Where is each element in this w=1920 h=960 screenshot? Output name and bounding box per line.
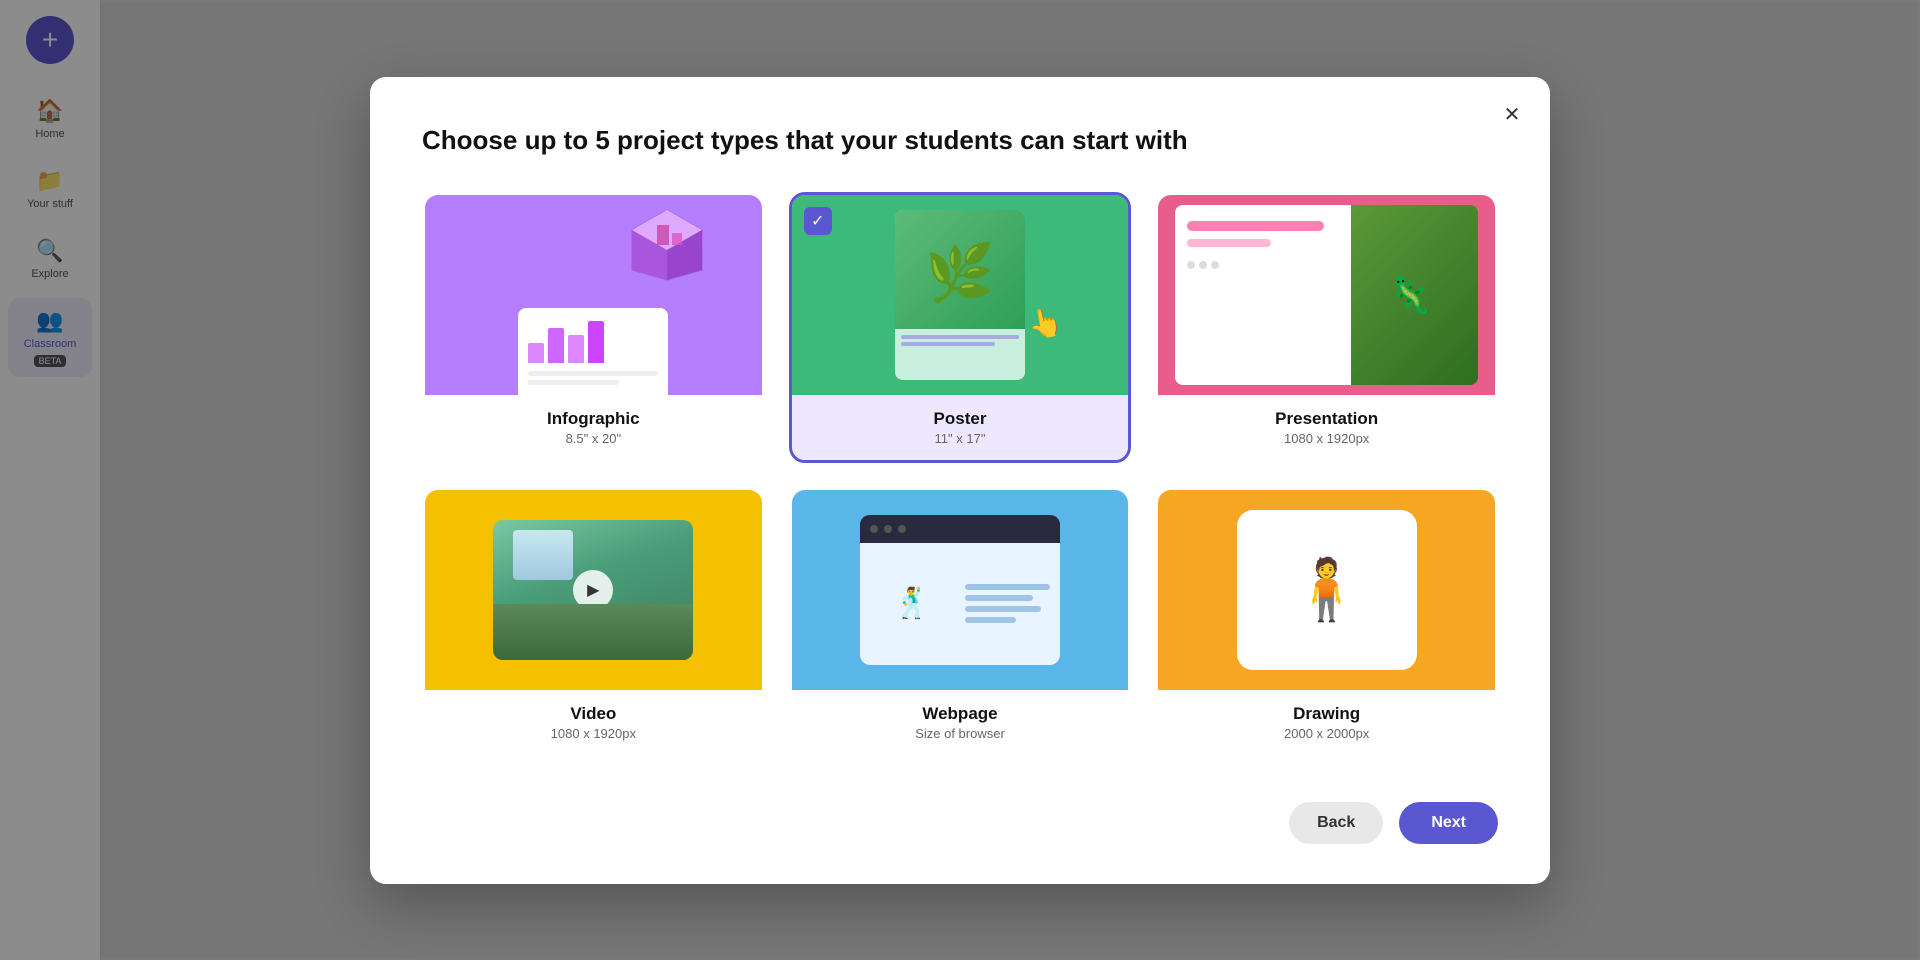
back-button[interactable]: Back: [1289, 802, 1383, 844]
browser-content: 🕺: [860, 543, 1060, 665]
browser-dot-3: [898, 525, 906, 533]
drawing-thumbnail: 🧍: [1158, 490, 1495, 690]
poster-name: Poster: [808, 409, 1113, 429]
infographic-size: 8.5" x 20": [441, 431, 746, 446]
poster-checkbox: ✓: [804, 207, 832, 235]
project-card-presentation[interactable]: 🦎: [1155, 192, 1498, 463]
webpage-info: Webpage Size of browser: [792, 690, 1129, 755]
browser-line-3: [965, 606, 1042, 612]
browser-dot-2: [884, 525, 892, 533]
infographic-info: Infographic 8.5" x 20": [425, 395, 762, 460]
next-button[interactable]: Next: [1399, 802, 1498, 844]
webpage-thumbnail: 🕺: [792, 490, 1129, 690]
project-card-webpage[interactable]: 🕺 Webpage Si: [789, 487, 1132, 758]
project-type-modal: ✕ Choose up to 5 project types that your…: [370, 77, 1550, 884]
browser-toolbar: [860, 515, 1060, 543]
poster-size: 11" x 17": [808, 431, 1113, 446]
3d-shape-icon: [622, 205, 712, 285]
presentation-slide: [1175, 205, 1351, 385]
modal-footer: Back Next: [422, 794, 1498, 844]
close-icon: ✕: [1504, 102, 1521, 127]
cursor-icon: 👆: [1026, 304, 1066, 343]
project-card-infographic[interactable]: Infographic 8.5" x 20": [422, 192, 765, 463]
browser-text-lines: [965, 553, 1050, 655]
infographic-name: Infographic: [441, 409, 746, 429]
video-screen: ▶: [493, 520, 693, 660]
modal-title: Choose up to 5 project types that your s…: [422, 125, 1498, 156]
video-thumbnail: ▶: [425, 490, 762, 690]
browser-window: 🕺: [860, 515, 1060, 665]
project-card-video[interactable]: ▶ Video 1080 x 1920px: [422, 487, 765, 758]
presentation-name: Presentation: [1174, 409, 1479, 429]
infographic-thumbnail: [425, 195, 762, 395]
project-card-poster[interactable]: ✓ 🌿: [789, 192, 1132, 463]
project-card-drawing[interactable]: 🧍 Drawing 2000 x 2000px: [1155, 487, 1498, 758]
drawing-size: 2000 x 2000px: [1174, 726, 1479, 741]
video-name: Video: [441, 704, 746, 724]
browser-line-2: [965, 595, 1033, 601]
browser-dot-1: [870, 525, 878, 533]
poster-info: Poster 11" x 17": [792, 395, 1129, 460]
webpage-size: Size of browser: [808, 726, 1113, 741]
poster-thumbnail: 🌿 👆: [792, 195, 1129, 395]
presentation-size: 1080 x 1920px: [1174, 431, 1479, 446]
drawing-frame: 🧍: [1237, 510, 1417, 670]
browser-line-4: [965, 617, 1016, 623]
video-size: 1080 x 1920px: [441, 726, 746, 741]
infographic-doc: [518, 308, 668, 395]
drawing-name: Drawing: [1174, 704, 1479, 724]
poster-doc-card: 🌿: [895, 210, 1025, 380]
presentation-thumbnail: 🦎: [1158, 195, 1495, 395]
drawing-info: Drawing 2000 x 2000px: [1158, 690, 1495, 755]
presentation-info: Presentation 1080 x 1920px: [1158, 395, 1495, 460]
browser-line-1: [965, 584, 1050, 590]
video-info: Video 1080 x 1920px: [425, 690, 762, 755]
modal-overlay[interactable]: ✕ Choose up to 5 project types that your…: [0, 0, 1920, 960]
webpage-name: Webpage: [808, 704, 1113, 724]
modal-close-button[interactable]: ✕: [1494, 97, 1530, 133]
project-type-grid: Infographic 8.5" x 20" ✓ 🌿: [422, 192, 1498, 758]
browser-figure: 🕺: [870, 553, 955, 655]
